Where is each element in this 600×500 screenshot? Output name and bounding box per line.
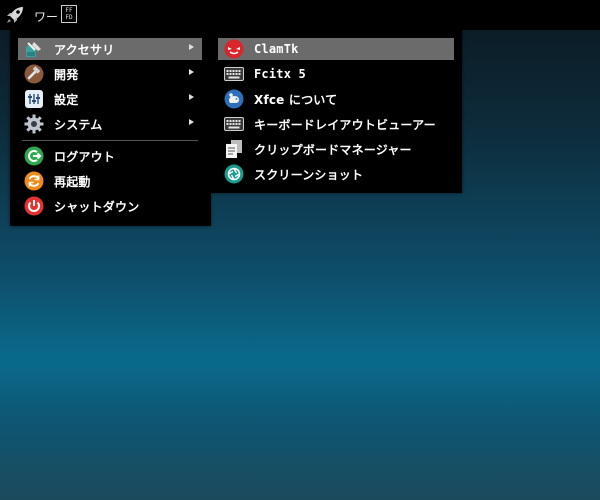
input-indicator-line1: FF bbox=[65, 7, 73, 14]
submenu-arrow-icon bbox=[189, 119, 194, 125]
logout-icon bbox=[24, 146, 44, 166]
menu-item-label: 再起動 bbox=[54, 174, 91, 189]
system-gear-icon bbox=[24, 114, 44, 134]
menu-item-label: キーボードレイアウトビューアー bbox=[254, 117, 436, 132]
menu-item-label: スクリーンショット bbox=[254, 167, 364, 182]
applications-menu: アクセサリ 開発 設定 システム ログアウト 再起動 シャットダウン bbox=[10, 30, 211, 226]
submenu-arrow-icon bbox=[189, 44, 194, 50]
submenu-item-clipboard-manager[interactable]: クリップボードマネージャー bbox=[218, 138, 454, 160]
menu-item-label: シャットダウン bbox=[54, 199, 140, 214]
menu-item-restart[interactable]: 再起動 bbox=[18, 170, 202, 192]
top-panel: ワー FF FD bbox=[0, 0, 600, 30]
menu-item-accessories[interactable]: アクセサリ bbox=[18, 38, 202, 60]
submenu-arrow-icon bbox=[189, 94, 194, 100]
keyboard-icon bbox=[224, 64, 244, 84]
submenu-item-about-xfce[interactable]: Xfce について bbox=[218, 88, 454, 110]
menu-item-label: クリップボードマネージャー bbox=[254, 142, 412, 157]
clamtk-icon bbox=[224, 39, 244, 59]
keyboard-layout-icon bbox=[224, 114, 244, 134]
menu-item-label: ログアウト bbox=[54, 149, 116, 164]
menu-item-label: ClamTk bbox=[254, 42, 299, 56]
menu-item-label: Xfce について bbox=[254, 92, 338, 107]
input-indicator-line2: FD bbox=[65, 14, 73, 21]
accessories-submenu: ClamTk Fcitx 5 Xfce について キーボードレイアウトビューアー… bbox=[210, 30, 462, 193]
restart-icon bbox=[24, 171, 44, 191]
settings-icon bbox=[24, 89, 44, 109]
menu-item-label: 開発 bbox=[54, 67, 79, 82]
menu-item-logout[interactable]: ログアウト bbox=[18, 145, 202, 167]
development-icon bbox=[24, 64, 44, 84]
menu-item-development[interactable]: 開発 bbox=[18, 63, 202, 85]
menu-item-system[interactable]: システム bbox=[18, 113, 202, 135]
menu-item-label: アクセサリ bbox=[54, 42, 115, 57]
submenu-item-clamtk[interactable]: ClamTk bbox=[218, 38, 454, 60]
submenu-item-screenshot[interactable]: スクリーンショット bbox=[218, 163, 454, 185]
accessories-icon bbox=[24, 39, 44, 59]
menu-item-shutdown[interactable]: シャットダウン bbox=[18, 195, 202, 217]
screenshot-icon bbox=[224, 164, 244, 184]
xfce-mouse-icon bbox=[224, 89, 244, 109]
menu-separator bbox=[22, 140, 198, 141]
clipboard-icon bbox=[224, 139, 244, 159]
shutdown-icon bbox=[24, 196, 44, 216]
menu-item-label: 設定 bbox=[54, 92, 79, 107]
submenu-item-fcitx5[interactable]: Fcitx 5 bbox=[218, 63, 454, 85]
submenu-item-keyboard-layout-viewer[interactable]: キーボードレイアウトビューアー bbox=[218, 113, 454, 135]
menu-item-label: システム bbox=[54, 117, 103, 132]
submenu-arrow-icon bbox=[189, 69, 194, 75]
window-button-label[interactable]: ワー bbox=[34, 8, 58, 25]
input-method-indicator[interactable]: FF FD bbox=[61, 5, 77, 23]
menu-item-settings[interactable]: 設定 bbox=[18, 88, 202, 110]
menu-item-label: Fcitx 5 bbox=[254, 67, 306, 81]
rocket-icon[interactable] bbox=[4, 5, 26, 25]
